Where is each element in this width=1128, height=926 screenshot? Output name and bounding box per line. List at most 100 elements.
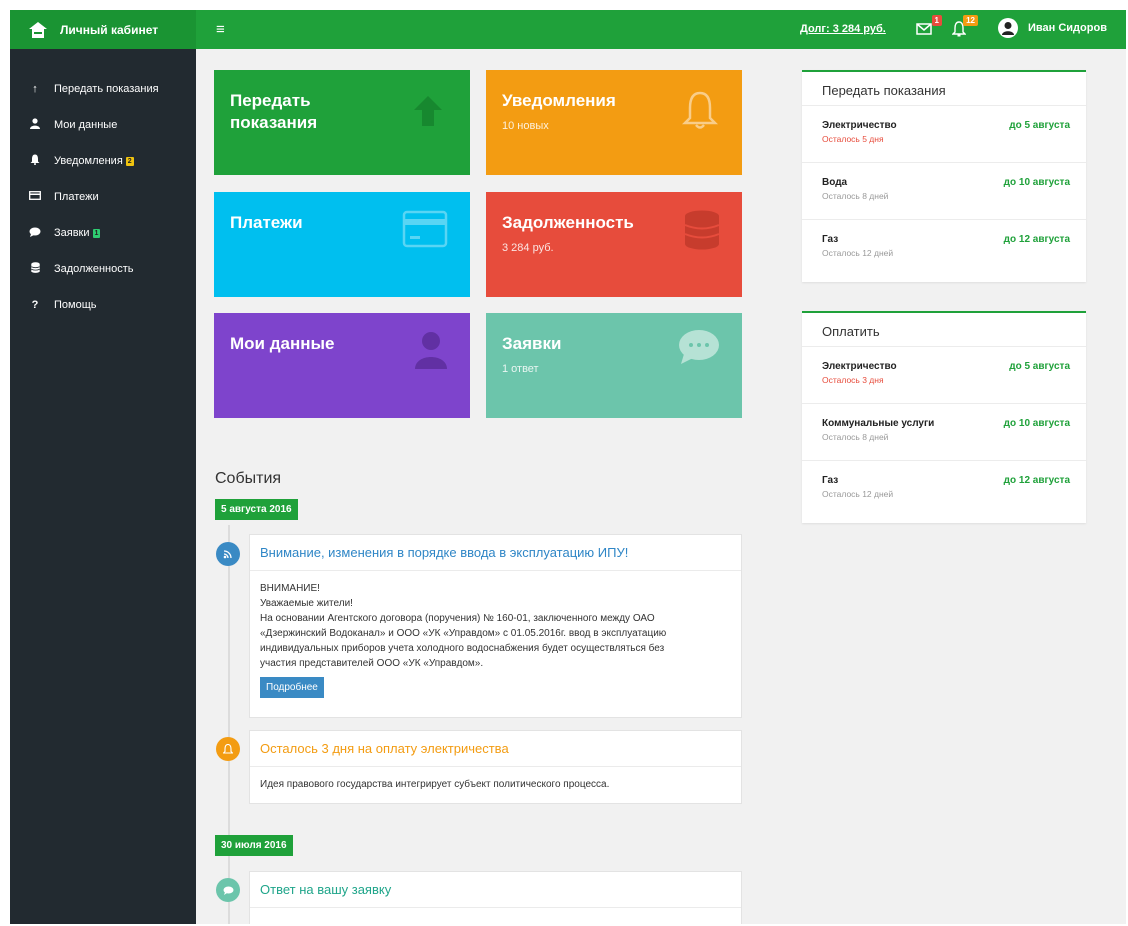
sidebar-item-label: Задолженность [54, 263, 134, 275]
sidebar-item-label: Платежи [54, 191, 99, 203]
row-due: до 10 августа [1003, 177, 1070, 188]
row-remain: Осталось 8 дней [822, 191, 889, 201]
sidebar-item-notifications[interactable]: Уведомления 2 [10, 143, 196, 179]
panel-title: Оплатить [802, 313, 1086, 347]
user-name: Иван Сидоров [1028, 22, 1107, 34]
card-icon [402, 210, 448, 248]
date-tag: 5 августа 2016 [215, 499, 298, 520]
tile-title: Платежи [230, 213, 303, 232]
sidebar-item-requests[interactable]: Заявки 1 [10, 215, 196, 251]
event-title[interactable]: Ответ на вашу заявку [250, 872, 741, 908]
panel-row[interactable]: Электричество Осталось 3 дня до 5 август… [802, 347, 1086, 404]
notifications-badge: 12 [963, 15, 978, 26]
tile-title: Заявки [502, 334, 562, 353]
row-remain: Осталось 12 дней [822, 489, 894, 499]
bell-icon [681, 91, 719, 129]
event-line: «Дзержинский Водоканал» и ООО «УК «Управ… [260, 628, 667, 639]
sidebar-item-help[interactable]: ? Помощь [10, 287, 196, 323]
debt-link[interactable]: Долг: 3 284 руб. [800, 23, 886, 35]
sidebar-item-label: Заявки [54, 227, 90, 239]
arrow-up-icon [414, 96, 442, 126]
sidebar-item-label: Мои данные [54, 119, 118, 131]
mail-badge: 1 [931, 15, 942, 26]
sidebar-item-debt[interactable]: Задолженность [10, 251, 196, 287]
sidebar-item-payments[interactable]: Платежи [10, 179, 196, 215]
event-card: Внимание, изменения в порядке ввода в эк… [249, 534, 742, 718]
row-due: до 12 августа [1003, 475, 1070, 486]
tile-readings[interactable]: Передать показания [214, 70, 470, 175]
user-icon [415, 332, 447, 369]
panel-title: Передать показания [802, 72, 1086, 106]
tile-title: Мои данные [230, 334, 335, 353]
user-menu[interactable]: Иван Сидоров [998, 18, 1107, 38]
date-tag: 30 июля 2016 [215, 835, 293, 856]
event-card: Осталось 3 дня на оплату электричества И… [249, 730, 742, 804]
mail-icon [916, 23, 932, 35]
event-title[interactable]: Внимание, изменения в порядке ввода в эк… [250, 535, 741, 571]
pay-panel: Оплатить Электричество Осталось 3 дня до… [802, 311, 1086, 523]
event-body: Идея правового государства интегрирует с… [260, 779, 610, 790]
panel-row[interactable]: Электричество Осталось 5 дня до 5 август… [802, 106, 1086, 163]
row-due: до 12 августа [1003, 234, 1070, 245]
database-icon [28, 262, 42, 276]
bell-icon [28, 154, 42, 168]
tile-requests[interactable]: Заявки 1 ответ [486, 313, 742, 418]
tile-title: Передать показания [230, 91, 318, 132]
house-logo-icon [29, 21, 47, 38]
sidebar-badge: 1 [92, 228, 101, 238]
mail-button[interactable]: 1 [916, 15, 942, 39]
tile-mydata[interactable]: Мои данные [214, 313, 470, 418]
row-due: до 5 августа [1009, 361, 1070, 372]
bell-icon [216, 737, 240, 761]
event-line: На основании Агентского договора (поруче… [260, 613, 655, 624]
arrow-up-icon: ↑ [32, 83, 38, 95]
row-due: до 5 августа [1009, 120, 1070, 131]
event-line: индивидуальных приборов учета холодного … [260, 643, 665, 654]
row-remain: Осталось 3 дня [822, 375, 884, 385]
tile-notifications[interactable]: Уведомления 10 новых [486, 70, 742, 175]
sidebar-item-label: Помощь [54, 299, 97, 311]
sidebar-item-readings[interactable]: ↑ Передать показания [10, 71, 196, 107]
readings-panel: Передать показания Электричество Осталос… [802, 70, 1086, 282]
user-avatar-icon [1002, 22, 1014, 35]
question-icon: ? [31, 299, 39, 311]
row-remain: Осталось 12 дней [822, 248, 894, 258]
chat-icon [679, 330, 719, 364]
rss-icon [216, 542, 240, 566]
notifications-button[interactable]: 12 [951, 15, 978, 39]
sidebar-item-label: Передать показания [54, 83, 159, 95]
brand-title: Личный кабинет [60, 22, 159, 37]
event-card: Ответ на вашу заявку [249, 871, 742, 924]
event-line: ВНИМАНИЕ! [260, 583, 320, 594]
menu-toggle-icon[interactable]: ≡ [216, 21, 225, 38]
panel-row[interactable]: Вода Осталось 8 дней до 10 августа [802, 163, 1086, 220]
event-body: ВНИМАНИЕ! Уважаемые жители! На основании… [250, 571, 741, 710]
events-title: События [215, 470, 282, 487]
event-title[interactable]: Осталось 3 дня на оплату электричества [250, 731, 741, 767]
panel-row[interactable]: Коммунальные услуги Осталось 8 дней до 1… [802, 404, 1086, 461]
top-bar: Личный кабинет ≡ Долг: 3 284 руб. 1 12 И… [10, 10, 1126, 49]
user-icon [28, 118, 42, 132]
card-icon [28, 191, 42, 203]
brand[interactable]: Личный кабинет [10, 10, 196, 49]
panel-row[interactable]: Газ Осталось 12 дней до 12 августа [802, 220, 1086, 277]
row-remain: Осталось 8 дней [822, 432, 889, 442]
sidebar-badge: 2 [125, 156, 134, 166]
tile-payments[interactable]: Платежи [214, 192, 470, 297]
event-line: участия представителей ООО «УК «Управдом… [260, 658, 484, 669]
sidebar-item-mydata[interactable]: Мои данные [10, 107, 196, 143]
tile-debt[interactable]: Задолженность 3 284 руб. [486, 192, 742, 297]
more-button[interactable]: Подробнее [260, 677, 324, 698]
tile-title: Уведомления [502, 91, 616, 110]
avatar [998, 18, 1018, 38]
database-icon [684, 210, 720, 250]
timeline-line [228, 525, 230, 924]
event-line: Уважаемые жители! [260, 598, 353, 609]
row-remain: Осталось 5 дня [822, 134, 884, 144]
app-frame: Личный кабинет ≡ Долг: 3 284 руб. 1 12 И… [10, 10, 1126, 924]
sidebar: ↑ Передать показания Мои данные Уведомле… [10, 49, 196, 924]
row-due: до 10 августа [1003, 418, 1070, 429]
chat-icon [216, 878, 240, 902]
sidebar-item-label: Уведомления [54, 155, 123, 167]
panel-row[interactable]: Газ Осталось 12 дней до 12 августа [802, 461, 1086, 518]
